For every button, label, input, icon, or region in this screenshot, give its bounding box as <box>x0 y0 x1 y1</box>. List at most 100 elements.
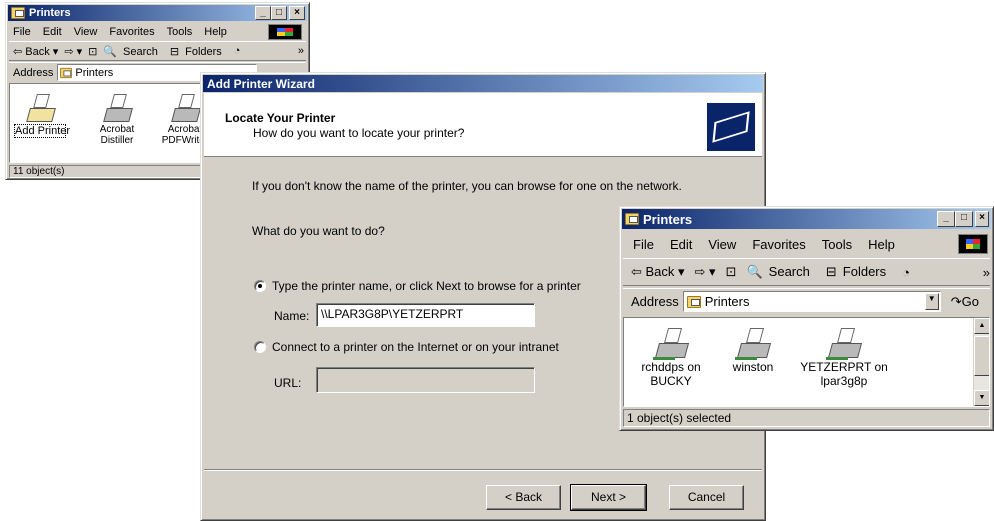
scroll-thumb[interactable] <box>974 336 989 376</box>
printers-folder-icon <box>11 7 25 19</box>
network-printer-icon <box>653 326 690 360</box>
menu-file[interactable]: File <box>633 237 654 252</box>
minimize-button[interactable]: _ <box>937 211 955 227</box>
windows-logo-icon <box>958 234 988 254</box>
menu-edit[interactable]: Edit <box>43 26 62 38</box>
go-button[interactable]: ↷Go <box>951 294 979 310</box>
cancel-button[interactable]: Cancel <box>669 485 744 510</box>
radio-type-printer-name[interactable] <box>254 280 266 292</box>
menu-favorites[interactable]: Favorites <box>752 237 805 252</box>
address-dropdown-button[interactable]: ▼ <box>924 293 939 310</box>
printer-wizard-icon <box>707 103 755 151</box>
back-button[interactable]: ⇦ Back ▾ <box>13 45 58 58</box>
printer-icon <box>101 92 133 124</box>
address-bar: Address Printers ▼ ↷Go <box>623 288 990 314</box>
history-icon[interactable]: ◔ <box>902 265 910 280</box>
item-label: rchddps on BUCKY <box>641 360 701 388</box>
printer-name-input[interactable]: \\LPAR3G8P\YETZERPRT <box>316 303 535 327</box>
scroll-down-button[interactable]: ▼ <box>974 390 989 406</box>
menu-edit[interactable]: Edit <box>670 237 692 252</box>
minimize-button[interactable]: _ <box>255 6 271 20</box>
menu-file[interactable]: File <box>13 26 31 38</box>
maximize-button[interactable]: □ <box>955 211 973 227</box>
question-text: What do you want to do? <box>252 224 385 238</box>
printers-list: rchddps on BUCKY winston YETZERPRT on lp… <box>623 317 990 407</box>
option-type-name-label[interactable]: Type the printer name, or click Next to … <box>272 279 581 293</box>
toolbar: ⇦ Back ▾ ⇨ ▾ ⊡ 🔍 Search ⊟ Folders ◔ » <box>9 41 306 61</box>
folders-icon: ⊟ <box>169 45 180 58</box>
url-input[interactable] <box>316 367 535 393</box>
address-label: Address <box>13 66 54 79</box>
intro-text: If you don't know the name of the printe… <box>252 179 682 193</box>
item-label: YETZERPRT on lpar3g8p <box>800 360 888 388</box>
menu-help[interactable]: Help <box>868 237 895 252</box>
window-title: Printers <box>29 7 71 19</box>
title-bar[interactable]: Printers _ □ × <box>622 209 991 229</box>
toolbar-more-chevron[interactable]: » <box>298 45 304 57</box>
toolbar: ⇦ Back ▾ ⇨ ▾ ⊡ 🔍 Search ⊟ Folders ◔ » <box>623 258 990 286</box>
forward-button[interactable]: ⇨ ▾ <box>64 45 82 58</box>
menu-view[interactable]: View <box>74 26 98 38</box>
printer-icon <box>169 92 201 124</box>
status-bar: 1 object(s) selected <box>623 409 990 427</box>
printer-item-acrobat-distiller[interactable]: Acrobat Distiller <box>88 92 146 146</box>
windows-logo-icon <box>268 24 302 40</box>
network-printer-icon <box>826 326 863 360</box>
maximize-button[interactable]: □ <box>271 6 287 20</box>
title-bar[interactable]: Printers _ □ × <box>8 5 307 21</box>
search-button[interactable]: 🔍 Search <box>746 264 815 280</box>
up-folder-button[interactable]: ⊡ <box>88 45 97 58</box>
printers-folder-icon <box>60 67 73 78</box>
menu-tools[interactable]: Tools <box>822 237 852 252</box>
printer-item-rchddps[interactable]: rchddps on BUCKY <box>632 326 710 388</box>
scroll-up-button[interactable]: ▲ <box>974 318 989 334</box>
up-folder-button[interactable]: ⊡ <box>726 264 737 280</box>
toolbar-more-chevron[interactable]: » <box>983 265 990 280</box>
wizard-subheading: How do you want to locate your printer? <box>253 126 465 140</box>
printers-folder-icon <box>625 213 639 225</box>
add-printer-icon <box>24 92 56 124</box>
option-connect-internet-label[interactable]: Connect to a printer on the Internet or … <box>272 340 559 354</box>
close-button[interactable]: × <box>975 211 989 227</box>
back-button[interactable]: < Back <box>486 485 561 510</box>
window-title: Printers <box>643 211 693 227</box>
address-value: Printers <box>704 294 750 309</box>
wizard-header: Locate Your Printer How do you want to l… <box>204 93 762 157</box>
history-icon[interactable]: ◔ <box>234 45 241 57</box>
wizard-heading: Locate Your Printer <box>225 111 336 125</box>
item-label: Acrobat Distiller <box>99 124 135 146</box>
address-label: Address <box>631 294 679 309</box>
forward-button[interactable]: ⇨ ▾ <box>695 264 716 280</box>
printers-folder-icon <box>686 295 701 308</box>
item-label: Add Printer <box>14 124 71 138</box>
printer-item-yetzerprt[interactable]: YETZERPRT on lpar3g8p <box>794 326 894 388</box>
back-button[interactable]: ⇦ Back ▾ <box>631 264 685 280</box>
menu-tools[interactable]: Tools <box>167 26 193 38</box>
search-button[interactable]: 🔍 Search <box>103 45 164 58</box>
menu-bar: File Edit View Favorites Tools Help <box>623 233 990 255</box>
menu-help[interactable]: Help <box>204 26 227 38</box>
close-button[interactable]: × <box>289 6 305 20</box>
folders-button[interactable]: ⊟ Folders <box>170 45 228 58</box>
go-arrow-icon: ↷ <box>950 293 962 309</box>
menu-favorites[interactable]: Favorites <box>109 26 154 38</box>
menu-view[interactable]: View <box>708 237 736 252</box>
search-icon: 🔍 <box>103 45 118 58</box>
title-bar[interactable]: Add Printer Wizard <box>203 75 763 92</box>
radio-connect-internet[interactable] <box>254 341 266 353</box>
item-label: winston <box>732 360 774 374</box>
folders-button[interactable]: ⊟ Folders <box>826 264 892 280</box>
next-button[interactable]: Next > <box>570 484 647 511</box>
network-printer-icon <box>735 326 772 360</box>
vertical-scrollbar[interactable]: ▲ ▼ <box>973 318 989 406</box>
address-field[interactable]: Printers ▼ <box>682 291 941 312</box>
url-label: URL: <box>274 376 302 390</box>
address-value: Printers <box>75 66 114 79</box>
menu-bar: File Edit View Favorites Tools Help <box>9 23 306 41</box>
name-label: Name: <box>274 309 310 323</box>
printers-window-front[interactable]: Printers _ □ × File Edit View Favorites … <box>619 206 994 431</box>
printer-item-add-printer[interactable]: Add Printer <box>14 92 71 138</box>
button-separator <box>204 469 762 471</box>
printer-item-winston[interactable]: winston <box>718 326 788 374</box>
folders-icon: ⊟ <box>825 264 837 279</box>
